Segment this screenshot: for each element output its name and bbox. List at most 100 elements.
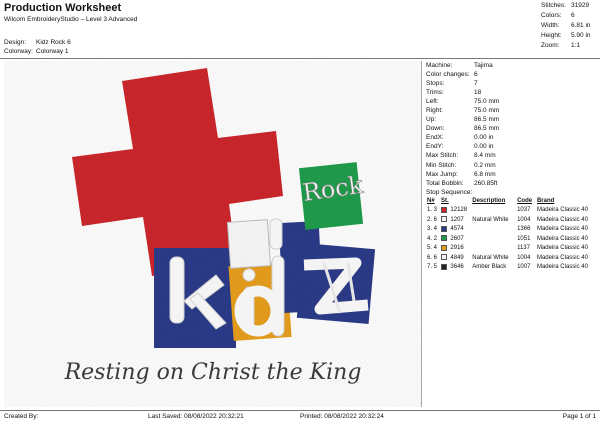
info-row: Down: 86.5 mm	[426, 124, 598, 133]
info-value: 86.5 mm	[474, 125, 500, 133]
colorway-row: Colorway: Colorway 1	[4, 48, 69, 55]
thread-code: 1037	[517, 207, 531, 214]
column-header: N#	[427, 197, 435, 204]
stat-value: 31929	[571, 2, 590, 9]
kidz-rock-design: Rock Resting on Christ the King	[4, 61, 422, 407]
sequence-row: 6. 6 4849 Natural White 1004 Madeira Classic…	[426, 254, 598, 264]
design-value: Kidz Rock 6	[36, 39, 71, 46]
info-row: Machine: Tajima	[426, 61, 598, 70]
stop-number: 6. 6	[427, 254, 438, 261]
thread-description: Natural White	[472, 254, 509, 261]
stat-row: Height: 5.90 in	[541, 32, 597, 42]
info-label: Trims:	[426, 89, 444, 97]
stat-value: 5.90 in	[571, 32, 591, 39]
stop-number: 3. 4	[427, 226, 438, 233]
info-value: 8.4 mm	[474, 152, 496, 160]
printed-date: Printed: 08/08/2022 20:32:24	[300, 413, 384, 420]
stat-value: 6	[571, 12, 575, 19]
info-row: EndY: 0.00 in	[426, 142, 598, 151]
info-value: 86.5 mm	[474, 116, 500, 124]
color-swatch	[440, 244, 449, 254]
info-label: Color changes:	[426, 71, 470, 79]
info-label: EndX:	[426, 134, 444, 142]
stitch-count: 4574	[450, 226, 464, 233]
stitch-count: 2916	[450, 245, 464, 252]
design-label: Design:	[4, 39, 27, 46]
thread-description: Amber Black	[472, 264, 507, 271]
thread-description	[471, 206, 516, 216]
stop-number: 7. 5	[427, 264, 438, 271]
stat-row: Width: 6.81 in	[541, 22, 597, 32]
thread-brand: Madeira Classic 40	[536, 264, 588, 271]
stop-sequence-header: N# St. Description Code Brand	[426, 197, 598, 207]
sequence-row: 5. 4 2916 1137 Madeira Classic 40	[426, 244, 598, 254]
color-swatch	[440, 263, 449, 273]
thread-description: Natural White	[472, 216, 509, 223]
design-stats: Stitches: 31929 Colors: 6 Width: 6.81 in Heigh…	[541, 2, 597, 52]
column-header: Description	[472, 197, 506, 204]
last-saved: Last Saved: 08/08/2022 20:32:21	[148, 413, 244, 420]
thread-brand: Madeira Classic 40	[536, 245, 588, 252]
info-value: 18	[474, 89, 482, 97]
design-preview: Rock Resting on Christ the King	[4, 61, 422, 407]
info-row: EndX: 0.00 in	[426, 133, 598, 142]
stitch-count: 12128	[450, 207, 468, 214]
info-label: Up:	[426, 116, 437, 124]
stop-number: 5. 4	[427, 245, 438, 252]
column-header: Brand	[536, 197, 555, 204]
info-value: 0.00 in	[474, 134, 494, 142]
stat-row: Colors: 6	[541, 12, 597, 22]
info-row: Stops: 7	[426, 79, 598, 88]
worksheet-footer: Created By: Last Saved: 08/08/2022 20:32…	[0, 411, 600, 424]
design-row: Design: Kidz Rock 6	[4, 39, 71, 46]
color-swatch	[440, 254, 449, 264]
stat-value: 1:1	[571, 42, 581, 49]
info-value: Tajima	[474, 62, 493, 69]
info-label: Total Bobbin:	[426, 179, 464, 187]
stat-row: Stitches: 31929	[541, 2, 597, 12]
thread-brand: Madeira Classic 40	[536, 207, 588, 214]
thread-code: 1004	[517, 254, 531, 261]
created-by: Created By:	[4, 413, 39, 420]
thread-code: 1051	[517, 235, 531, 242]
info-label: Machine:	[426, 62, 453, 69]
color-swatch	[440, 206, 449, 216]
column-header: St.	[441, 197, 449, 204]
thread-code: 1366	[517, 226, 531, 233]
info-value: 6	[474, 71, 478, 79]
column-header: Code	[517, 197, 533, 204]
info-row: Left: 75.0 mm	[426, 97, 598, 106]
thread-brand: Madeira Classic 40	[536, 216, 588, 223]
page-number: Page 1 of 1	[562, 413, 596, 420]
info-label: Max Stitch:	[426, 152, 459, 160]
thread-code: 1137	[517, 245, 530, 252]
sequence-row: 1. 3 12128 1037 Madeira Classic 40	[426, 206, 598, 216]
info-label: Max Jump:	[426, 170, 458, 178]
info-label: Right:	[426, 107, 443, 115]
thread-description	[471, 225, 516, 235]
info-value: 260.85ft	[474, 179, 498, 187]
thread-brand: Madeira Classic 40	[536, 235, 588, 242]
info-row: Trims: 18	[426, 88, 598, 97]
stop-number: 1. 3	[427, 207, 438, 214]
sequence-row: 7. 5 3646 Amber Black 1007 Madeira Classic 4…	[426, 263, 598, 273]
info-panel: Machine: Tajima Color changes: 6 Stops: 7 Trim…	[426, 61, 598, 273]
software-name: Wilcom EmbroideryStudio – Level 3 Advanc…	[4, 16, 138, 23]
header-divider	[0, 58, 600, 59]
stat-label: Height:	[541, 32, 562, 39]
tagline: Resting on Christ the King	[64, 360, 362, 385]
machine-info: Machine: Tajima Color changes: 6 Stops: 7 Trim…	[426, 61, 598, 188]
worksheet-title: Production Worksheet	[4, 2, 122, 14]
thread-brand: Madeira Classic 40	[536, 254, 588, 261]
info-value: 0.2 mm	[474, 161, 496, 169]
sequence-row: 3. 4 4574 1366 Madeira Classic 40	[426, 225, 598, 235]
info-label: Stops:	[426, 80, 445, 88]
info-value: 0.00 in	[474, 143, 494, 151]
color-swatch	[440, 225, 449, 235]
info-row: Color changes: 6	[426, 70, 598, 79]
info-label: Down:	[426, 125, 445, 133]
stat-label: Colors:	[541, 12, 562, 19]
info-value: 75.0 mm	[474, 98, 500, 106]
info-value: 75.0 mm	[474, 107, 500, 115]
stat-value: 6.81 in	[571, 22, 591, 29]
